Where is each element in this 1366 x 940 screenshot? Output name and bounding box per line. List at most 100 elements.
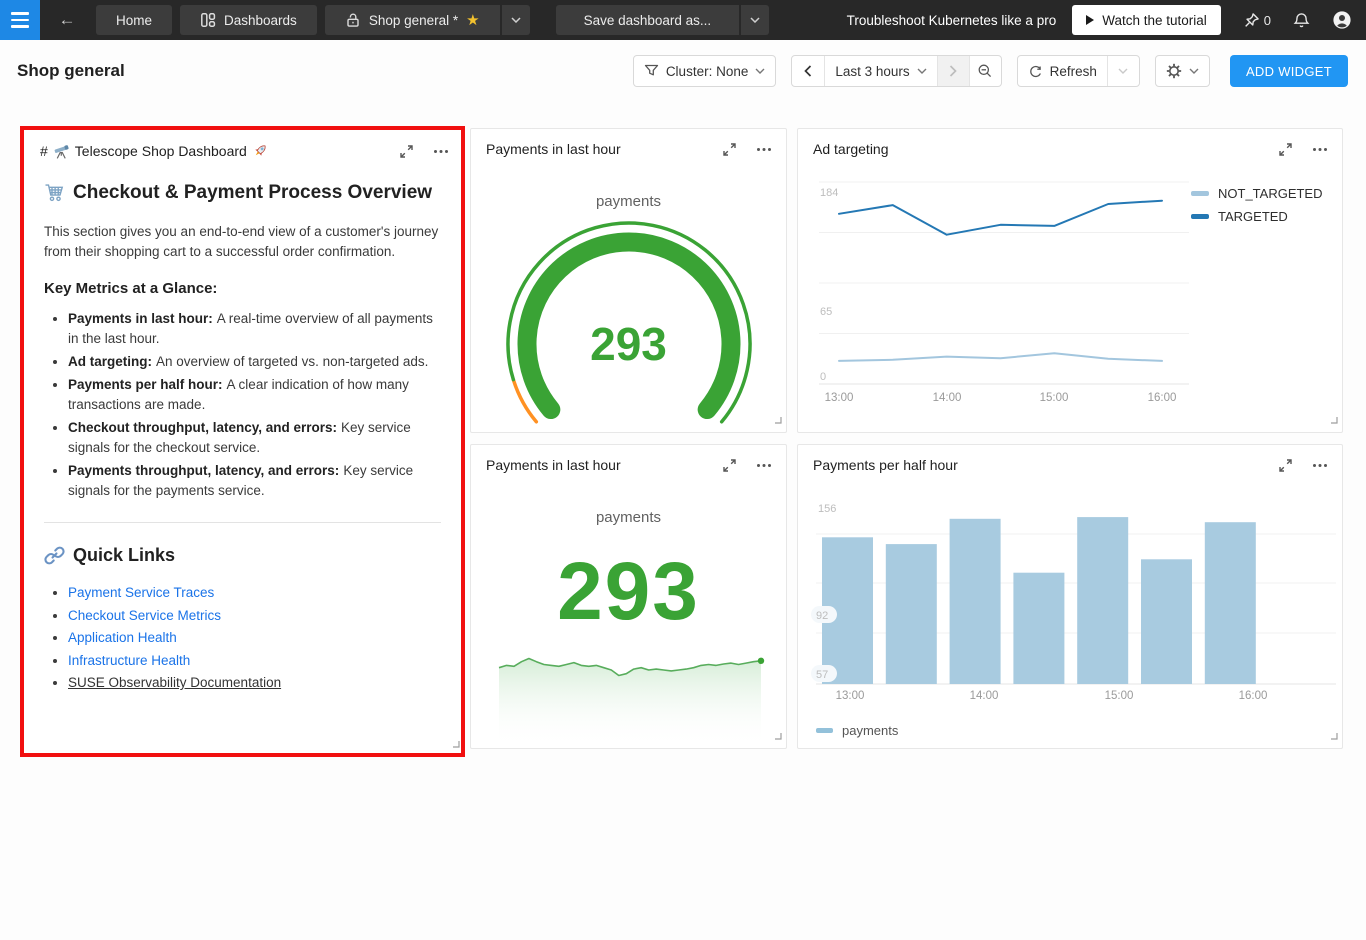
save-dashboard-caret[interactable] xyxy=(741,5,769,35)
tab-shop-general-caret[interactable] xyxy=(502,5,530,35)
x-tick: 13:00 xyxy=(836,690,865,702)
chart-legend: NOT_TARGETED TARGETED xyxy=(1191,186,1323,224)
pin-counter[interactable]: 0 xyxy=(1243,12,1271,29)
list-item: Payment Service Traces xyxy=(68,582,441,605)
tab-home[interactable]: Home xyxy=(96,5,172,35)
legend-item-payments[interactable]: payments xyxy=(816,723,898,738)
play-icon xyxy=(1086,15,1094,25)
tab-dashboards-label: Dashboards xyxy=(224,13,297,28)
legend-label: TARGETED xyxy=(1218,209,1288,224)
chevron-down-icon xyxy=(1118,68,1128,74)
more-menu-icon[interactable] xyxy=(756,143,772,156)
link-infrastructure-health[interactable]: Infrastructure Health xyxy=(68,653,190,668)
cluster-filter[interactable]: Cluster: None xyxy=(633,55,777,87)
list-item: Payments throughput, latency, and errors… xyxy=(68,461,441,501)
telescope-icon xyxy=(53,143,70,160)
y-tick: 156 xyxy=(818,503,836,515)
gauge-chart xyxy=(471,129,788,434)
list-item: Payments per half hour:A clear indicatio… xyxy=(68,375,441,415)
more-menu-icon[interactable] xyxy=(1312,143,1328,156)
chevron-down-icon xyxy=(917,68,927,74)
refresh-interval-caret[interactable] xyxy=(1107,56,1139,86)
legend-swatch xyxy=(1191,191,1209,196)
settings-control[interactable] xyxy=(1155,55,1210,87)
chevron-down-icon xyxy=(1189,68,1199,74)
cluster-filter-label: Cluster: None xyxy=(666,64,749,79)
gridlines xyxy=(819,182,1189,384)
legend-label: payments xyxy=(842,723,898,738)
expand-icon[interactable] xyxy=(1279,143,1292,156)
resize-handle[interactable] xyxy=(1330,411,1338,429)
zoom-out-icon xyxy=(977,63,993,79)
link-application-health[interactable]: Application Health xyxy=(68,630,177,645)
chart-legend: payments xyxy=(816,723,898,738)
chevron-down-icon xyxy=(511,17,521,23)
widget-title: Ad targeting xyxy=(813,141,889,157)
payments-gauge-widget: Payments in last hour payments 293 xyxy=(470,128,787,433)
time-range-control: Last 3 hours xyxy=(791,55,1001,87)
quick-links-heading-text: Quick Links xyxy=(73,545,175,566)
refresh-button[interactable]: Refresh xyxy=(1018,56,1107,86)
list-item: Application Health xyxy=(68,627,441,650)
back-arrow-icon[interactable]: ← xyxy=(52,5,82,35)
add-widget-button[interactable]: ADD WIDGET xyxy=(1230,55,1348,87)
resize-handle[interactable] xyxy=(1330,727,1338,745)
time-back-button[interactable] xyxy=(792,56,824,86)
payments-bar-widget: Payments per half hour 156 92 57 13:00 1… xyxy=(797,444,1343,749)
quick-links-list: Payment Service Traces Checkout Service … xyxy=(68,582,441,695)
tab-home-label: Home xyxy=(116,13,152,28)
y-tick: 0 xyxy=(820,371,826,383)
list-item: Ad targeting:An overview of targeted vs.… xyxy=(68,352,441,372)
expand-icon[interactable] xyxy=(723,143,736,156)
resize-handle[interactable] xyxy=(452,735,460,753)
chevron-down-icon xyxy=(755,68,765,74)
widget-title-text: Telescope Shop Dashboard xyxy=(75,143,247,159)
y-tick: 65 xyxy=(820,306,832,318)
notifications[interactable] xyxy=(1293,12,1310,29)
more-menu-icon[interactable] xyxy=(756,459,772,472)
user-menu[interactable] xyxy=(1332,10,1352,30)
metric-label: payments xyxy=(471,509,786,526)
more-menu-icon[interactable] xyxy=(433,145,449,158)
tab-dashboards[interactable]: Dashboards xyxy=(180,5,317,35)
save-dashboard-button[interactable]: Save dashboard as... xyxy=(556,5,740,35)
save-dashboard-group: Save dashboard as... xyxy=(556,5,770,35)
legend-item-targeted[interactable]: TARGETED xyxy=(1191,209,1323,224)
more-menu-icon[interactable] xyxy=(1312,459,1328,472)
list-item: Payments in last hour:A real-time overvi… xyxy=(68,309,441,349)
payments-number-widget: Payments in last hour payments 293 xyxy=(470,444,787,749)
line-chart: 184 65 0 13:00 14:00 15:00 16:00 xyxy=(798,129,1344,434)
expand-icon[interactable] xyxy=(723,459,736,472)
legend-item-not-targeted[interactable]: NOT_TARGETED xyxy=(1191,186,1323,201)
bar-chart: 156 92 57 13:00 14:00 15:00 16:00 xyxy=(798,445,1344,750)
markdown-widget: # Telescope Shop Dashboard Checkout & Pa… xyxy=(24,130,461,695)
tab-shop-general[interactable]: Shop general * ★ xyxy=(325,5,500,35)
favorite-star-icon[interactable]: ★ xyxy=(466,11,479,29)
gauge-value: 293 xyxy=(471,317,786,371)
list-item: SUSE Observability Documentation xyxy=(68,672,441,695)
filter-icon xyxy=(644,64,659,78)
save-dashboard-label: Save dashboard as... xyxy=(584,13,712,28)
markdown-widget-highlight: # Telescope Shop Dashboard Checkout & Pa… xyxy=(20,126,465,757)
link-icon xyxy=(44,545,65,566)
hamburger-menu-icon[interactable] xyxy=(0,0,40,40)
link-checkout-service-metrics[interactable]: Checkout Service Metrics xyxy=(68,608,221,623)
x-tick: 16:00 xyxy=(1148,392,1177,404)
markdown-intro: This section gives you an end-to-end vie… xyxy=(44,222,441,262)
time-forward-button[interactable] xyxy=(937,56,969,86)
time-range-selector[interactable]: Last 3 hours xyxy=(824,56,936,86)
unlocked-icon xyxy=(345,12,361,28)
link-payment-service-traces[interactable]: Payment Service Traces xyxy=(68,585,214,600)
resize-handle[interactable] xyxy=(774,411,782,429)
markdown-heading-text: Checkout & Payment Process Overview xyxy=(73,182,432,204)
legend-label: NOT_TARGETED xyxy=(1218,186,1323,201)
watch-tutorial-button[interactable]: Watch the tutorial xyxy=(1072,5,1221,35)
expand-icon[interactable] xyxy=(1279,459,1292,472)
zoom-out-button[interactable] xyxy=(969,56,1001,86)
avatar-icon xyxy=(1332,10,1352,30)
expand-icon[interactable] xyxy=(400,145,413,158)
dashboard-canvas: # Telescope Shop Dashboard Checkout & Pa… xyxy=(0,102,1366,940)
resize-handle[interactable] xyxy=(774,727,782,745)
list-item: Checkout throughput, latency, and errors… xyxy=(68,418,441,458)
link-suse-observability-documentation[interactable]: SUSE Observability Documentation xyxy=(68,675,281,690)
